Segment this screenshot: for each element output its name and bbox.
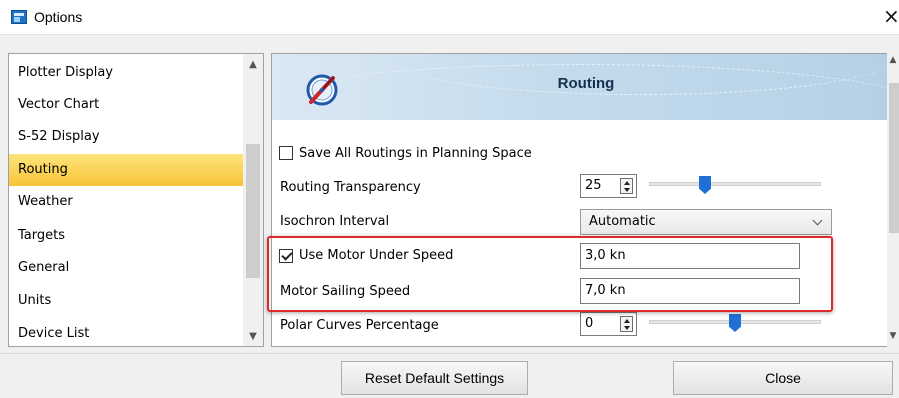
polar-curves-spinbox[interactable]: 0 [580, 312, 637, 336]
sidebar-scrollbar[interactable]: ▲ ▼ [243, 54, 263, 346]
routing-transparency-value: 25 [585, 178, 602, 193]
transparency-slider-thumb[interactable] [699, 176, 711, 194]
scroll-down-icon[interactable]: ▼ [887, 331, 899, 341]
transparency-slider-track[interactable] [649, 182, 821, 186]
isochron-interval-select[interactable]: Automatic [580, 209, 832, 235]
save-all-routings-checkbox[interactable] [279, 146, 293, 160]
polar-curves-value: 0 [585, 316, 594, 331]
sidebar-item-device-list[interactable]: Device List [9, 318, 243, 346]
polar-slider-thumb[interactable] [729, 314, 741, 332]
panel-scroll-thumb[interactable] [889, 83, 899, 233]
app-icon [11, 10, 27, 24]
polar-curves-percentage-label: Polar Curves Percentage [280, 318, 439, 333]
sidebar-item-routing[interactable]: Routing [9, 154, 243, 186]
spin-arrows-icon[interactable] [620, 178, 633, 194]
motor-settings-highlight [267, 236, 833, 312]
sidebar-scroll-thumb[interactable] [246, 144, 260, 278]
section-title: Routing [557, 75, 615, 92]
window-title: Options [34, 9, 83, 25]
routing-transparency-spinbox[interactable]: 25 [580, 174, 637, 198]
sidebar-item-plotter-display[interactable]: Plotter Display [9, 57, 243, 89]
sidebar-item-units[interactable]: Units [9, 285, 243, 317]
sidebar-item-general[interactable]: General [9, 252, 243, 284]
scroll-up-icon[interactable]: ▲ [243, 56, 263, 74]
sidebar-item-s52-display[interactable]: S-52 Display [9, 121, 243, 153]
sidebar-item-vector-chart[interactable]: Vector Chart [9, 89, 243, 121]
scroll-up-icon[interactable]: ▲ [887, 55, 899, 65]
reset-default-settings-button[interactable]: Reset Default Settings [341, 361, 528, 395]
close-button[interactable]: Close [673, 361, 893, 395]
panel-scrollbar[interactable]: ▲ ▼ [887, 53, 899, 347]
chevron-down-icon [812, 215, 823, 226]
close-window-icon[interactable]: × [883, 5, 899, 27]
isochron-interval-label: Isochron Interval [280, 214, 390, 229]
options-dialog: Options × Plotter Display Vector Chart S… [0, 0, 899, 398]
isochron-interval-value: Automatic [589, 214, 656, 229]
sidebar-item-weather[interactable]: Weather [9, 186, 243, 218]
save-all-routings-label: Save All Routings in Planning Space [299, 146, 532, 161]
title-bar: Options × [0, 0, 899, 35]
options-category-list: Plotter Display Vector Chart S-52 Displa… [8, 53, 264, 347]
footer-divider [0, 353, 899, 354]
sidebar-item-targets[interactable]: Targets [9, 220, 243, 252]
scroll-down-icon[interactable]: ▼ [243, 328, 263, 346]
spin-arrows-icon[interactable] [620, 316, 633, 332]
section-banner: Routing [272, 54, 899, 120]
routing-transparency-label: Routing Transparency [280, 180, 421, 195]
